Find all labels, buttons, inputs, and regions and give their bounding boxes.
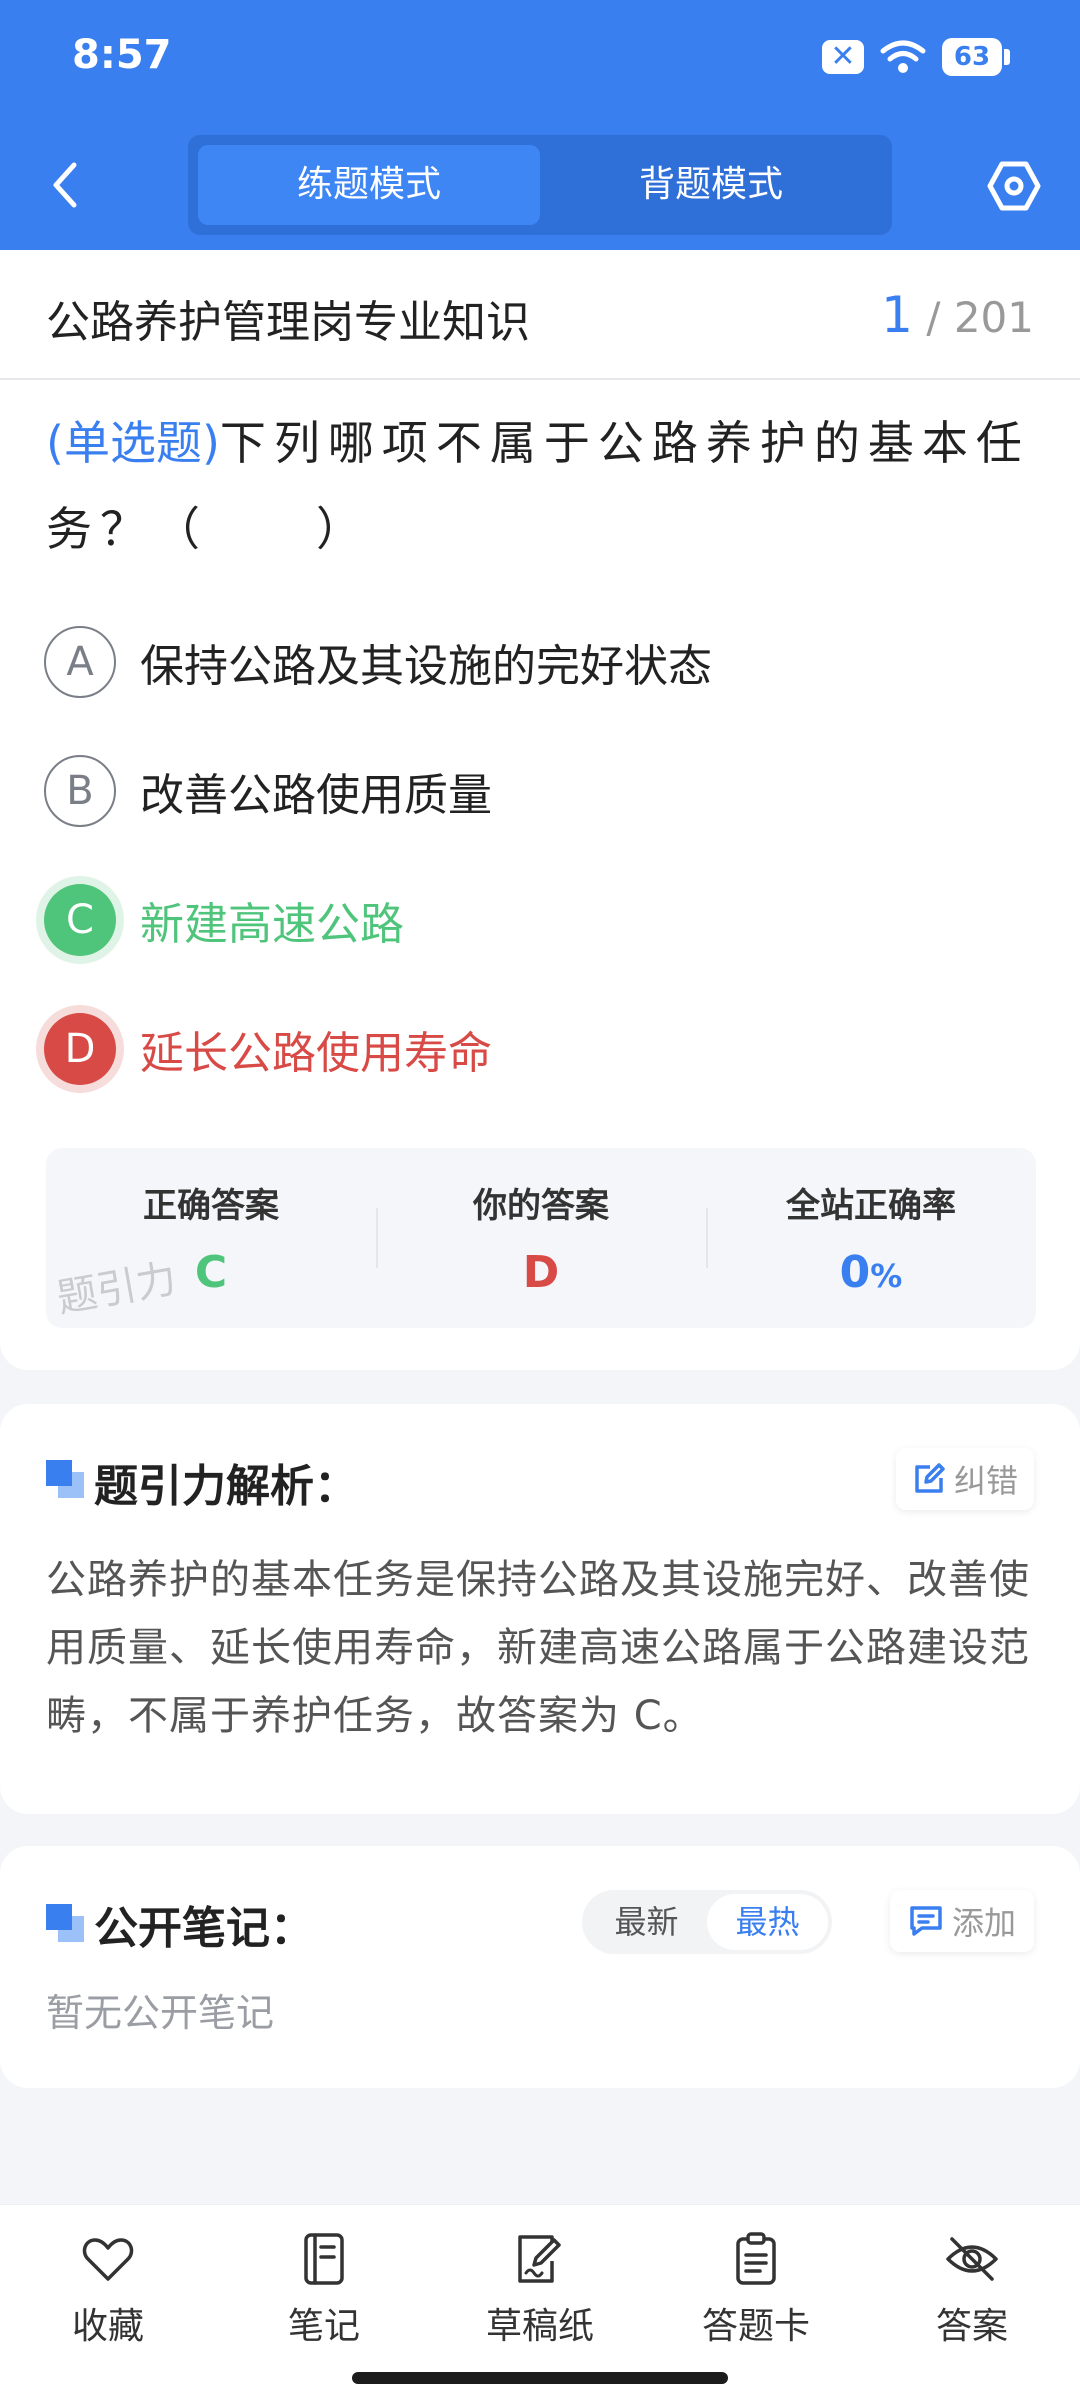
add-note-button[interactable]: 添加 <box>890 1890 1034 1952</box>
answer-sheet-tab[interactable]: 答题卡 <box>676 2231 836 2349</box>
wifi-icon <box>880 40 926 73</box>
option-text: 新建高速公路 <box>140 899 404 950</box>
sort-hottest[interactable]: 最热 <box>707 1894 828 1950</box>
analysis-text: 公路养护的基本任务是保持公路及其设施完好、改善使用质量、延长使用寿命，新建高速公… <box>46 1557 1030 1739</box>
bottom-toolbar: 收藏 笔记 草稿纸 答题卡 答案 <box>0 2204 1080 2400</box>
option-text: 保持公路及其设施的完好状态 <box>140 641 712 692</box>
answer-tab[interactable]: 答案 <box>892 2231 1052 2349</box>
analysis-section-icon <box>46 1460 86 1500</box>
accuracy-rate-column: 全站正确率 0% <box>706 1148 1036 1328</box>
option-letter: B <box>44 755 116 827</box>
draft-paper-icon <box>518 2235 561 2283</box>
analysis-card: 题引力解析： 纠错 公路养护的基本任务是保持公路及其设施完好、改善使用质量、延长… <box>0 1404 1080 1814</box>
question-counter: 1 / 201 <box>881 286 1034 344</box>
correct-answer-column: 正确答案 C 题引力 <box>46 1148 376 1328</box>
answer-sheet-label: 答题卡 <box>701 2306 810 2347</box>
accuracy-rate-number: 0 <box>839 1247 871 1298</box>
your-answer-value: D <box>522 1247 560 1298</box>
comment-icon <box>910 1906 942 1936</box>
notes-label: 笔记 <box>287 2306 360 2347</box>
option-text: 延长公路使用寿命 <box>140 1028 492 1079</box>
option-letter: C <box>44 884 116 956</box>
mode-switch: 练题模式 背题模式 <box>188 135 892 235</box>
edit-icon <box>915 1463 945 1493</box>
add-note-label: 添加 <box>951 1904 1016 1942</box>
correct-answer-label: 正确答案 <box>143 1186 279 1226</box>
tab-recite-mode[interactable]: 背题模式 <box>540 145 882 225</box>
your-answer-label: 你的答案 <box>473 1186 609 1226</box>
status-time: 8:57 <box>72 32 172 78</box>
answer-sheet-icon <box>736 2232 776 2285</box>
eye-off-icon <box>946 2237 998 2281</box>
sort-latest[interactable]: 最新 <box>586 1894 707 1950</box>
total-question-count: / 201 <box>926 293 1034 342</box>
option-b[interactable]: B 改善公路使用质量 <box>44 751 1024 831</box>
heart-icon <box>82 2238 134 2281</box>
subject-row: 公路养护管理岗专业知识 1 / 201 <box>0 250 1080 380</box>
option-c[interactable]: C 新建高速公路 <box>44 880 1024 960</box>
draft-paper-tab[interactable]: 草稿纸 <box>460 2231 620 2349</box>
question-card: 公路养护管理岗专业知识 1 / 201 (单选题)下列哪项不属于公路养护的基本任… <box>0 250 1080 1370</box>
status-icons: ✕ 63 <box>822 38 1010 76</box>
favorite-tab[interactable]: 收藏 <box>28 2231 188 2349</box>
notes-tab[interactable]: 笔记 <box>244 2231 404 2349</box>
question-type-label: (单选题) <box>46 416 220 470</box>
question-stem: (单选题)下列哪项不属于公路养护的基本任务？（ ） <box>46 400 1036 572</box>
empty-notes-text: 暂无公开笔记 <box>46 1991 275 2035</box>
option-d[interactable]: D 延长公路使用寿命 <box>44 1009 1024 1089</box>
option-letter: A <box>44 626 116 698</box>
favorite-label: 收藏 <box>71 2306 144 2347</box>
option-text: 改善公路使用质量 <box>140 770 492 821</box>
home-indicator[interactable] <box>352 2372 728 2384</box>
option-letter: D <box>44 1013 116 1085</box>
notebook-icon <box>304 2233 344 2285</box>
notes-sort-toggle: 最新 最热 <box>582 1890 832 1954</box>
answer-panel: 正确答案 C 题引力 你的答案 D 全站正确率 0% <box>46 1148 1036 1328</box>
answer-label: 答案 <box>935 2306 1008 2347</box>
accuracy-rate-label: 全站正确率 <box>786 1186 956 1226</box>
your-answer-column: 你的答案 D <box>376 1148 706 1328</box>
subject-title: 公路养护管理岗专业知识 <box>46 297 530 348</box>
back-icon[interactable] <box>40 155 90 215</box>
current-question-number: 1 <box>881 286 913 344</box>
notification-x-icon: ✕ <box>822 40 864 74</box>
report-error-label: 纠错 <box>953 1462 1018 1500</box>
draft-paper-label: 草稿纸 <box>485 2306 594 2347</box>
settings-icon[interactable] <box>986 158 1042 214</box>
accuracy-rate-unit: % <box>870 1257 903 1295</box>
report-error-button[interactable]: 纠错 <box>896 1448 1034 1510</box>
notes-section-icon <box>46 1904 86 1944</box>
tab-practice-mode[interactable]: 练题模式 <box>198 145 540 225</box>
notes-title: 公开笔记： <box>94 1903 314 1954</box>
battery-icon: 63 <box>942 38 1010 76</box>
option-a[interactable]: A 保持公路及其设施的完好状态 <box>44 622 1024 702</box>
top-header: 8:57 ✕ 63 练题模式 背题模式 <box>0 0 1080 250</box>
notes-card: 公开笔记： 最新 最热 添加 暂无公开笔记 <box>0 1846 1080 2088</box>
analysis-title: 题引力解析： <box>94 1461 358 1512</box>
accuracy-rate-value: 0% <box>706 1247 1036 1298</box>
